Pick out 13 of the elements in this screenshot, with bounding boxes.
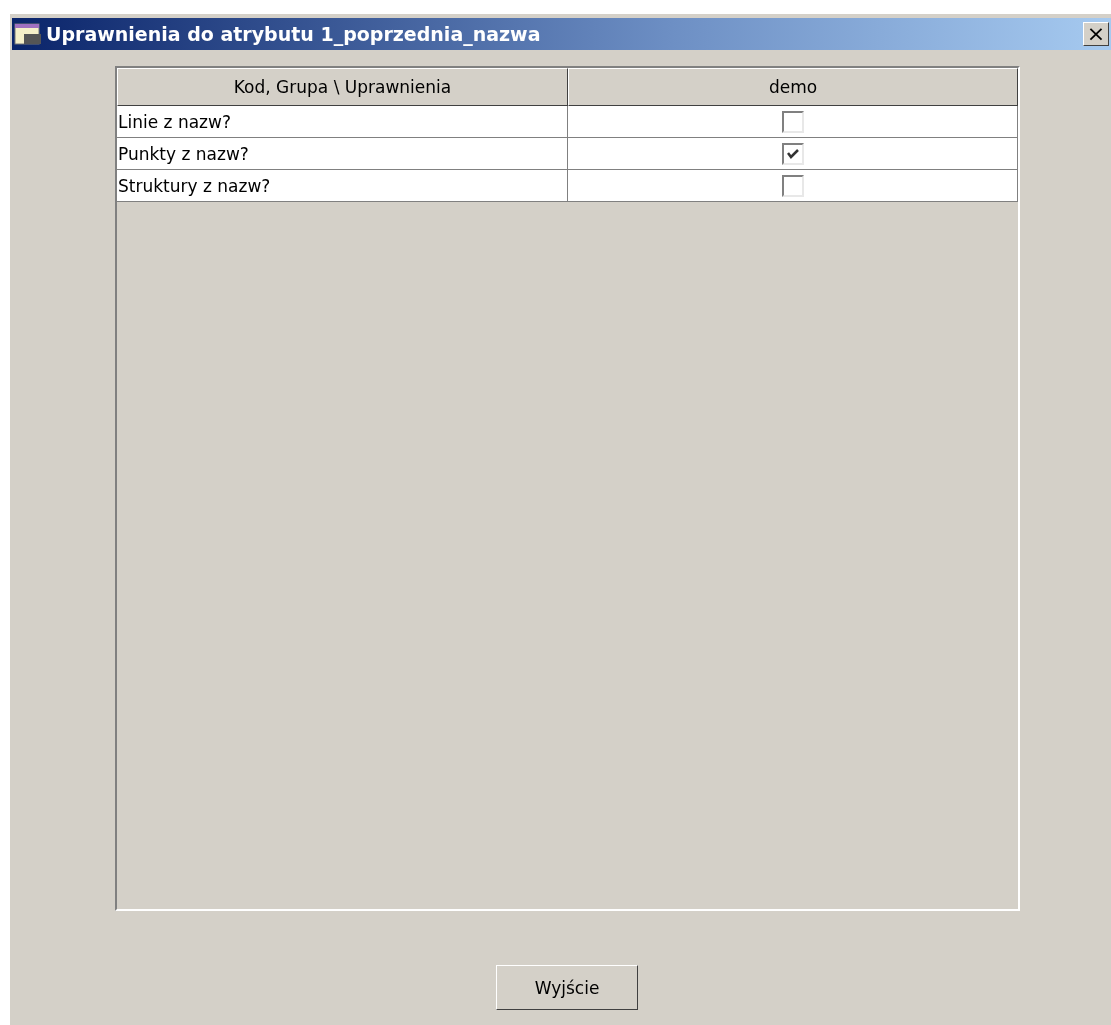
checkbox[interactable] bbox=[781, 142, 804, 165]
checkbox[interactable] bbox=[781, 110, 804, 133]
table-cell: Punkty z nazw? bbox=[117, 138, 568, 170]
checkbox[interactable] bbox=[781, 174, 804, 197]
window-icon bbox=[14, 22, 42, 46]
table-cell: Linie z nazw? bbox=[117, 106, 568, 138]
column-header[interactable]: demo bbox=[568, 68, 1018, 106]
checkmark-icon bbox=[785, 147, 800, 160]
window-title: Uprawnienia do atrybutu 1_poprzednia_nazwa bbox=[46, 23, 542, 45]
table-cell: Struktury z nazw? bbox=[117, 170, 568, 202]
close-button[interactable]: × bbox=[1083, 22, 1109, 46]
exit-button[interactable]: Wyjście bbox=[496, 965, 638, 1010]
column-header[interactable]: Kod, Grupa \ Uprawnienia bbox=[117, 68, 568, 106]
